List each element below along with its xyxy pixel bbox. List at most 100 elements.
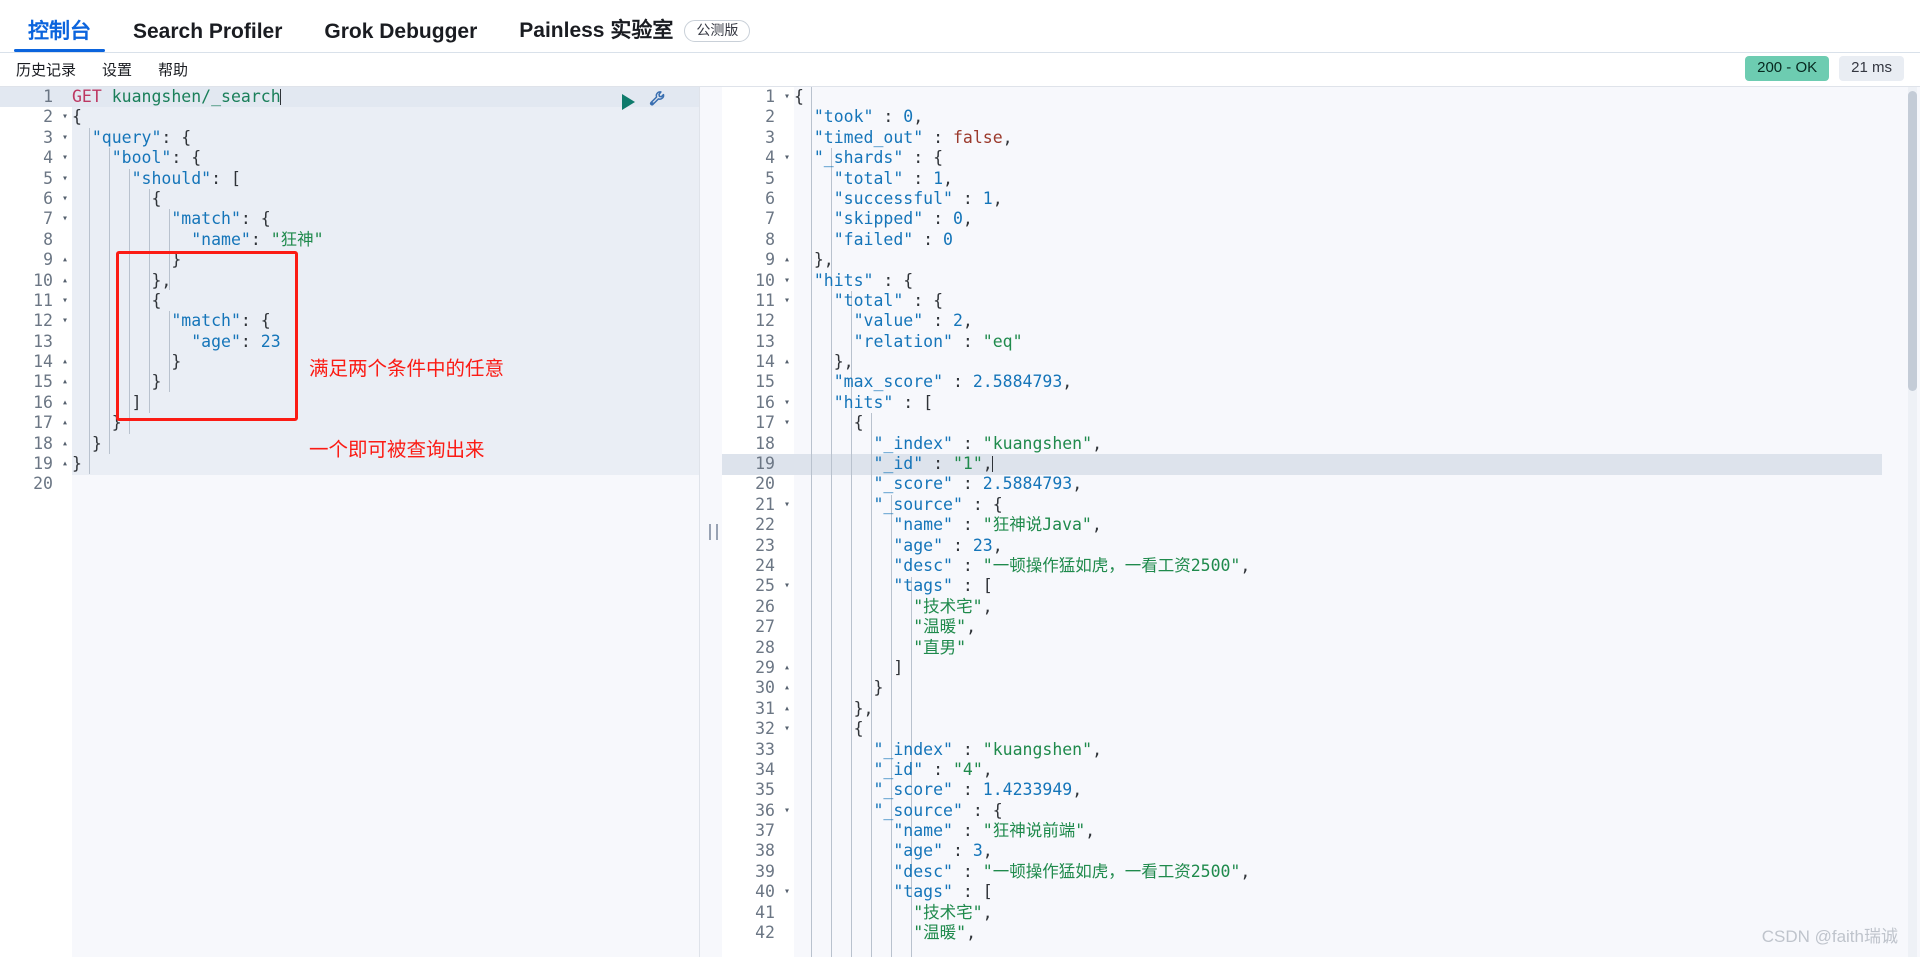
code-line[interactable]: 16 ▾ "hits" : [ bbox=[722, 393, 1250, 413]
fold-toggle-icon[interactable]: ▴ bbox=[58, 352, 72, 372]
response-editor[interactable]: 1 ▾{2 "took" : 0, 3 "timed_out" : false, 4 ▾… bbox=[722, 87, 1920, 957]
code-line[interactable]: 40 ▾ "tags" : [ bbox=[722, 882, 1250, 902]
code-line[interactable]: 3 ▾ "query": { bbox=[0, 128, 700, 148]
fold-toggle-icon[interactable]: ▾ bbox=[780, 495, 794, 515]
fold-toggle-icon[interactable]: ▾ bbox=[58, 107, 72, 127]
fold-toggle-icon[interactable]: ▾ bbox=[58, 148, 72, 168]
code-line[interactable]: 20 "_score" : 2.5884793, bbox=[722, 474, 1250, 494]
code-line[interactable]: 21 ▾ "_source" : { bbox=[722, 495, 1250, 515]
code-line[interactable]: 30 ▴ } bbox=[722, 678, 1250, 698]
fold-toggle-icon[interactable]: ▾ bbox=[58, 209, 72, 229]
subnav-item-2[interactable]: 设置 bbox=[102, 59, 132, 80]
pane-splitter[interactable] bbox=[700, 87, 722, 957]
fold-toggle-icon[interactable]: ▴ bbox=[780, 678, 794, 698]
code-line[interactable]: 36 ▾ "_source" : { bbox=[722, 801, 1250, 821]
code-line[interactable]: 3 "timed_out" : false, bbox=[722, 128, 1250, 148]
fold-toggle-icon[interactable]: ▾ bbox=[58, 169, 72, 189]
code-line[interactable]: 7 ▾ "match": { bbox=[0, 209, 700, 229]
fold-toggle-icon[interactable]: ▴ bbox=[58, 372, 72, 392]
code-line[interactable]: 24 "desc" : "一顿操作猛如虎，一看工资2500", bbox=[722, 556, 1250, 576]
code-line[interactable]: 32 ▾ { bbox=[722, 719, 1250, 739]
code-line[interactable]: 11 ▾ "total" : { bbox=[722, 291, 1250, 311]
fold-toggle-icon[interactable]: ▴ bbox=[58, 454, 72, 474]
nav-tab-2[interactable]: Search Profiler bbox=[119, 21, 296, 52]
code-line[interactable]: 8 "name": "狂神" bbox=[0, 230, 700, 250]
nav-tab-1[interactable]: 控制台 bbox=[14, 21, 105, 52]
code-line[interactable]: 12 "value" : 2, bbox=[722, 311, 1250, 331]
play-triangle-icon[interactable] bbox=[622, 93, 635, 110]
fold-toggle-icon[interactable]: ▴ bbox=[58, 413, 72, 433]
code-line[interactable]: 25 ▾ "tags" : [ bbox=[722, 576, 1250, 596]
fold-toggle-icon[interactable]: ▾ bbox=[780, 882, 794, 902]
response-pane[interactable]: 1 ▾{2 "took" : 0, 3 "timed_out" : false, 4 ▾… bbox=[722, 87, 1920, 957]
code-line[interactable]: 10 ▴ }, bbox=[0, 271, 700, 291]
code-line[interactable]: 27 "温暖", bbox=[722, 617, 1250, 637]
fold-toggle-icon[interactable]: ▾ bbox=[58, 311, 72, 331]
fold-toggle-icon[interactable]: ▾ bbox=[58, 128, 72, 148]
code-line[interactable]: 1 ▾{ bbox=[722, 87, 1250, 107]
code-line[interactable]: 2 ▾{ bbox=[0, 107, 700, 127]
fold-toggle-icon[interactable]: ▾ bbox=[780, 87, 794, 107]
fold-toggle-icon[interactable]: ▾ bbox=[58, 291, 72, 311]
code-line[interactable]: 28 "直男" bbox=[722, 638, 1250, 658]
code-line[interactable]: 17 ▾ { bbox=[722, 413, 1250, 433]
code-line[interactable]: 4 ▾ "bool": { bbox=[0, 148, 700, 168]
code-line[interactable]: 19 "_id" : "1", bbox=[722, 454, 1250, 474]
fold-toggle-icon[interactable]: ▾ bbox=[780, 393, 794, 413]
subnav-item-1[interactable]: 历史记录 bbox=[16, 59, 76, 80]
fold-toggle-icon[interactable]: ▴ bbox=[780, 699, 794, 719]
fold-toggle-icon[interactable]: ▾ bbox=[780, 576, 794, 596]
code-line[interactable]: 18 "_index" : "kuangshen", bbox=[722, 434, 1250, 454]
code-line[interactable]: 8 "failed" : 0 bbox=[722, 230, 1250, 250]
fold-toggle-icon[interactable]: ▴ bbox=[58, 250, 72, 270]
nav-tab-3[interactable]: Grok Debugger bbox=[310, 21, 491, 52]
fold-toggle-icon[interactable]: ▾ bbox=[780, 271, 794, 291]
code-line[interactable]: 29 ▴ ] bbox=[722, 658, 1250, 678]
fold-toggle-icon[interactable]: ▾ bbox=[780, 719, 794, 739]
code-line[interactable]: 15 "max_score" : 2.5884793, bbox=[722, 372, 1250, 392]
code-line[interactable]: 35 "_score" : 1.4233949, bbox=[722, 780, 1250, 800]
code-line[interactable]: 37 "name" : "狂神说前端", bbox=[722, 821, 1250, 841]
code-line[interactable]: 4 ▾ "_shards" : { bbox=[722, 148, 1250, 168]
response-scrollbar-thumb[interactable] bbox=[1908, 91, 1917, 391]
code-line[interactable]: 9 ▴ }, bbox=[722, 250, 1250, 270]
fold-toggle-icon[interactable]: ▾ bbox=[58, 189, 72, 209]
code-line[interactable]: 14 ▴ }, bbox=[722, 352, 1250, 372]
code-line[interactable]: 5 "total" : 1, bbox=[722, 169, 1250, 189]
code-line[interactable]: 2 "took" : 0, bbox=[722, 107, 1250, 127]
fold-toggle-icon[interactable]: ▾ bbox=[780, 291, 794, 311]
request-editor[interactable]: 1 GET kuangshen/_search 2 ▾{3 ▾ "query": {4 ▾… bbox=[0, 87, 700, 957]
response-code[interactable]: 1 ▾{2 "took" : 0, 3 "timed_out" : false, 4 ▾… bbox=[722, 87, 1250, 943]
code-line[interactable]: 1 GET kuangshen/_search bbox=[0, 87, 700, 107]
request-pane[interactable]: 1 GET kuangshen/_search 2 ▾{3 ▾ "query": {4 ▾… bbox=[0, 87, 700, 957]
fold-toggle-icon[interactable]: ▴ bbox=[780, 250, 794, 270]
subnav-item-3[interactable]: 帮助 bbox=[158, 59, 188, 80]
code-line[interactable]: 39 "desc" : "一顿操作猛如虎，一看工资2500", bbox=[722, 862, 1250, 882]
code-line[interactable]: 6 "successful" : 1, bbox=[722, 189, 1250, 209]
code-line[interactable]: 13 "relation" : "eq" bbox=[722, 332, 1250, 352]
code-line[interactable]: 26 "技术宅", bbox=[722, 597, 1250, 617]
fold-toggle-icon[interactable]: ▴ bbox=[58, 434, 72, 454]
fold-toggle-icon[interactable]: ▾ bbox=[780, 148, 794, 168]
fold-toggle-icon[interactable]: ▴ bbox=[58, 271, 72, 291]
code-line[interactable]: 22 "name" : "狂神说Java", bbox=[722, 515, 1250, 535]
code-line[interactable]: 38 "age" : 3, bbox=[722, 841, 1250, 861]
fold-toggle-icon[interactable]: ▾ bbox=[780, 801, 794, 821]
code-line[interactable]: 33 "_index" : "kuangshen", bbox=[722, 740, 1250, 760]
code-line[interactable]: 7 "skipped" : 0, bbox=[722, 209, 1250, 229]
code-line[interactable]: 6 ▾ { bbox=[0, 189, 700, 209]
nav-tab-4[interactable]: Painless 实验室 公测版 bbox=[505, 19, 764, 52]
fold-toggle-icon[interactable]: ▴ bbox=[58, 393, 72, 413]
fold-toggle-icon[interactable]: ▴ bbox=[780, 658, 794, 678]
code-line[interactable]: 10 ▾ "hits" : { bbox=[722, 271, 1250, 291]
code-line[interactable]: 31 ▴ }, bbox=[722, 699, 1250, 719]
fold-toggle-icon[interactable]: ▴ bbox=[780, 352, 794, 372]
code-line[interactable]: 23 "age" : 23, bbox=[722, 536, 1250, 556]
code-line[interactable]: 42 "温暖", bbox=[722, 923, 1250, 943]
code-line[interactable]: 9 ▴ } bbox=[0, 250, 700, 270]
wrench-icon[interactable] bbox=[648, 89, 668, 114]
code-line[interactable]: 41 "技术宅", bbox=[722, 903, 1250, 923]
code-line[interactable]: 34 "_id" : "4", bbox=[722, 760, 1250, 780]
fold-toggle-icon[interactable]: ▾ bbox=[780, 413, 794, 433]
code-line[interactable]: 5 ▾ "should": [ bbox=[0, 169, 700, 189]
